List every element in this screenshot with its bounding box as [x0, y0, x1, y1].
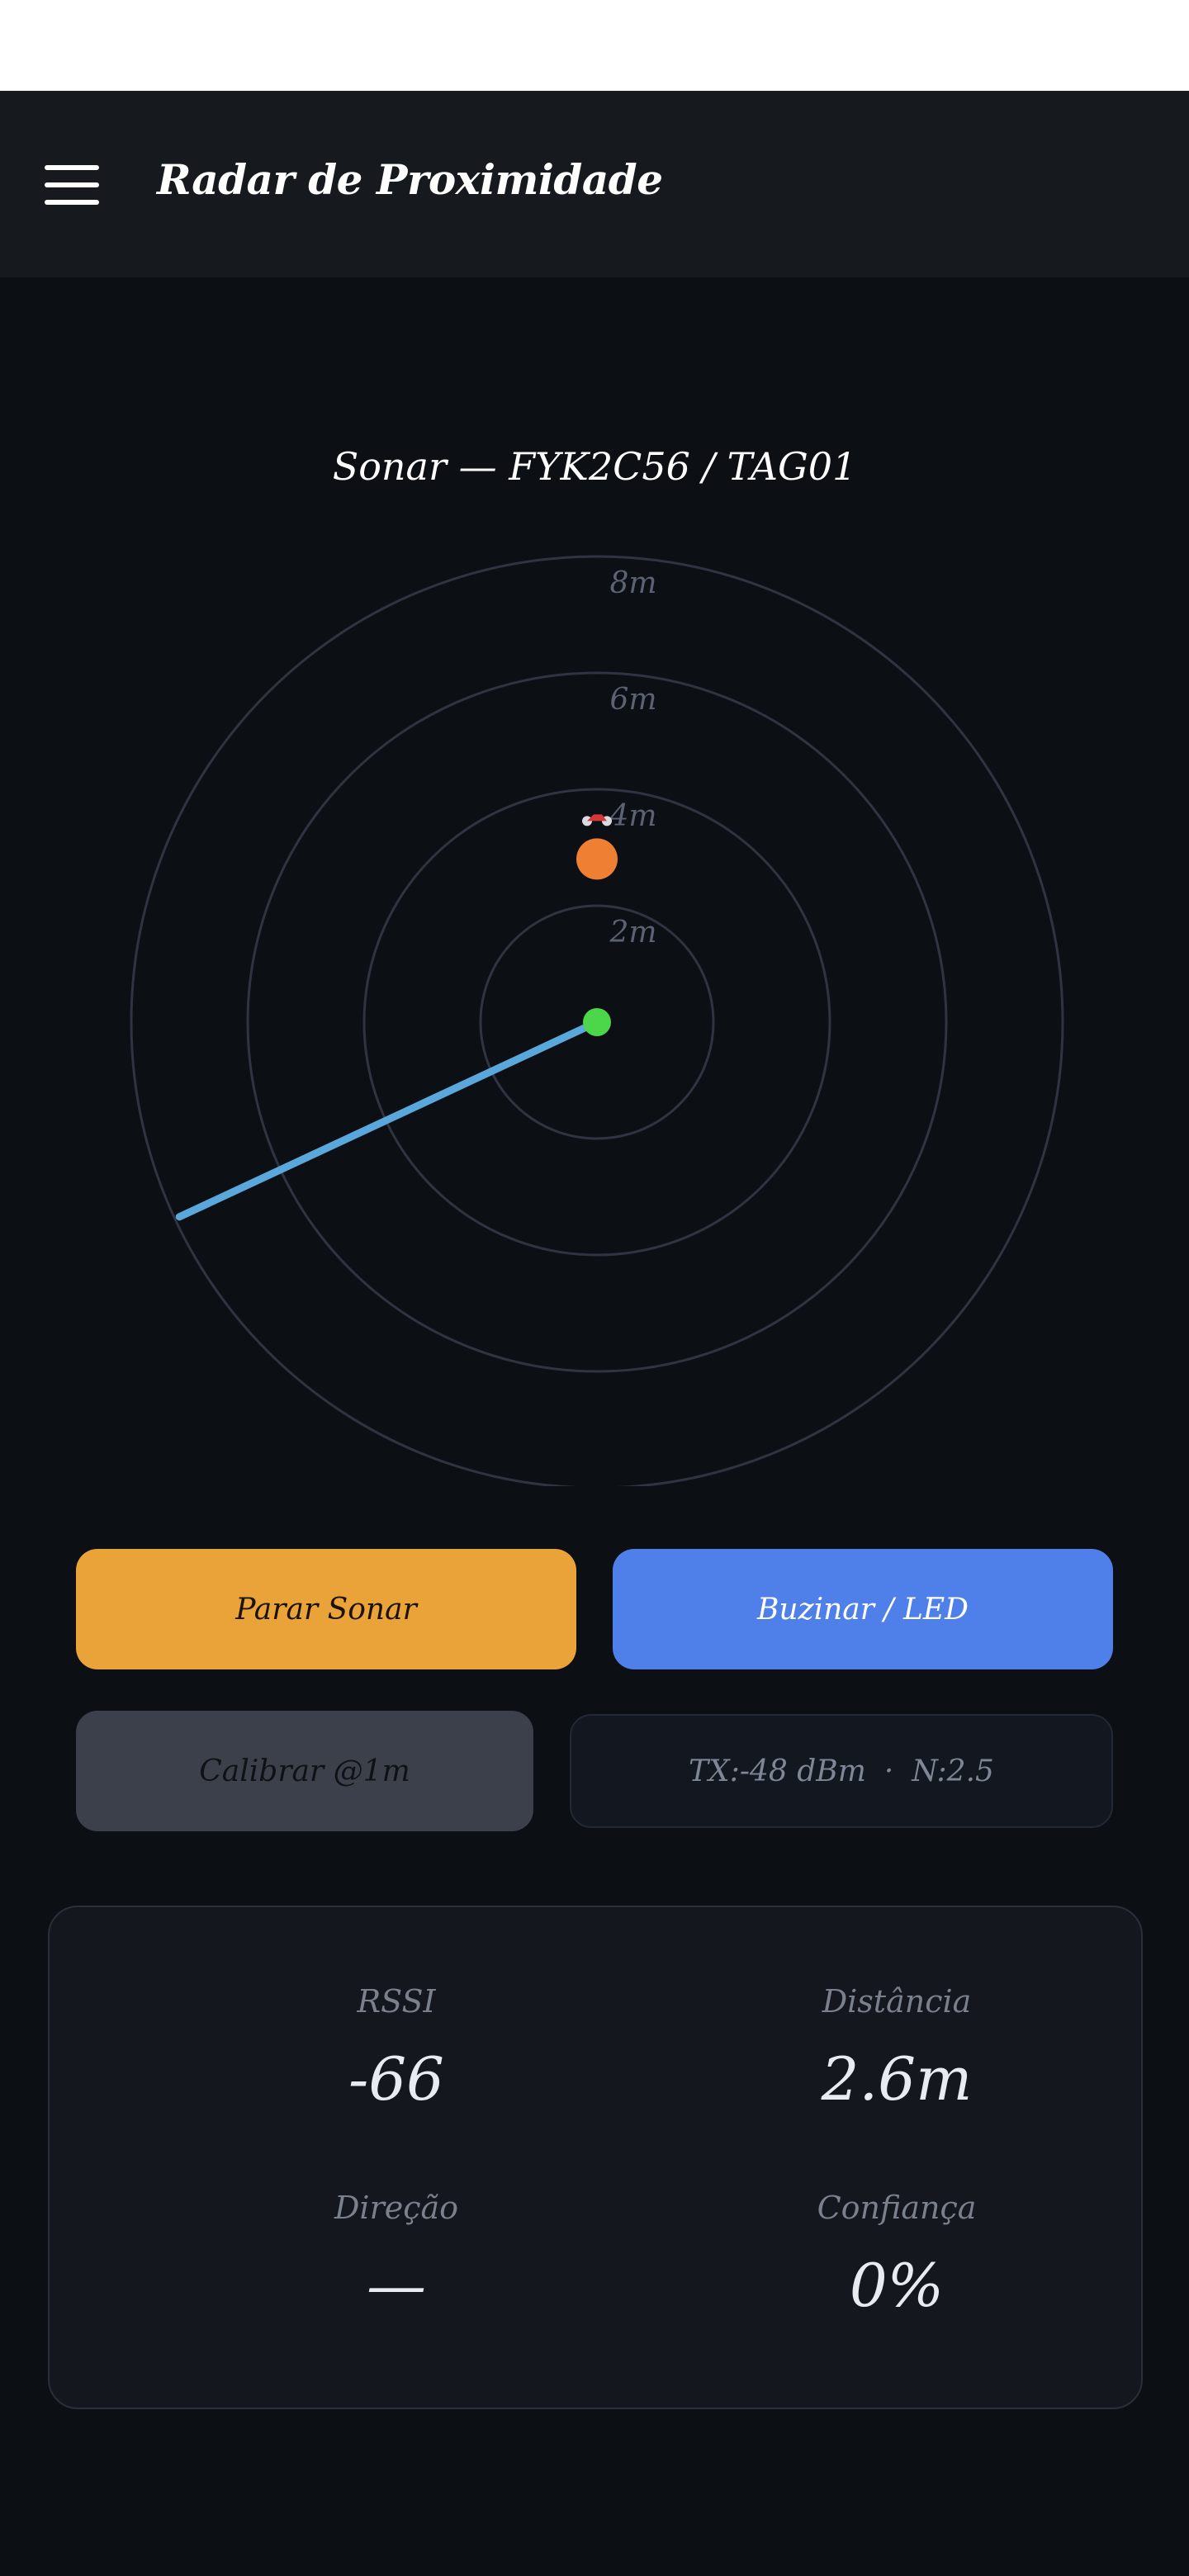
ring-label-8m: 8m: [609, 566, 656, 600]
path-loss-exponent-label: N:2.5: [912, 1754, 994, 1788]
separator: ·: [883, 1754, 894, 1788]
tx-power-label: TX:-48 dBm: [689, 1754, 866, 1788]
direction-label: Direção: [334, 2190, 459, 2226]
stop-sonar-button[interactable]: Parar Sonar: [76, 1549, 576, 1669]
distance-label: Distância: [822, 1983, 972, 2020]
confidence-value: 0%: [849, 2251, 945, 2320]
motorcycle-icon: [582, 814, 612, 826]
stat-distance: Distância 2.6m: [649, 1983, 1144, 2114]
stat-rssi: RSSI -66: [149, 1983, 644, 2114]
horn-led-button[interactable]: Buzinar / LED: [613, 1549, 1113, 1669]
stats-card: RSSI -66 Distância 2.6m Direção — Confia…: [48, 1906, 1143, 2409]
app-title: Radar de Proximidade: [157, 155, 663, 204]
sonar-title: Sonar — FYK2C56 / TAG01: [332, 444, 857, 489]
rssi-value: -66: [348, 2044, 444, 2114]
direction-value: —: [367, 2251, 426, 2320]
confidence-label: Confiança: [817, 2190, 977, 2226]
tx-power-readout: TX:-48 dBm · N:2.5: [570, 1714, 1113, 1828]
center-dot: [583, 1008, 611, 1036]
ring-label-2m: 2m: [609, 916, 656, 949]
stat-confidence: Confiança 0%: [649, 2190, 1144, 2320]
ring-label-6m: 6m: [609, 683, 656, 717]
radar-display: 2m 4m 6m 8m: [130, 555, 1064, 1486]
status-bar: [0, 0, 1189, 91]
rssi-label: RSSI: [357, 1983, 436, 2020]
ring-label-4m: 4m: [609, 799, 656, 833]
hamburger-menu-icon[interactable]: [45, 165, 99, 205]
target-blip: [576, 838, 618, 880]
calibrate-button[interactable]: Calibrar @1m: [76, 1711, 533, 1831]
distance-value: 2.6m: [821, 2044, 973, 2114]
stat-direction: Direção —: [149, 2190, 644, 2320]
